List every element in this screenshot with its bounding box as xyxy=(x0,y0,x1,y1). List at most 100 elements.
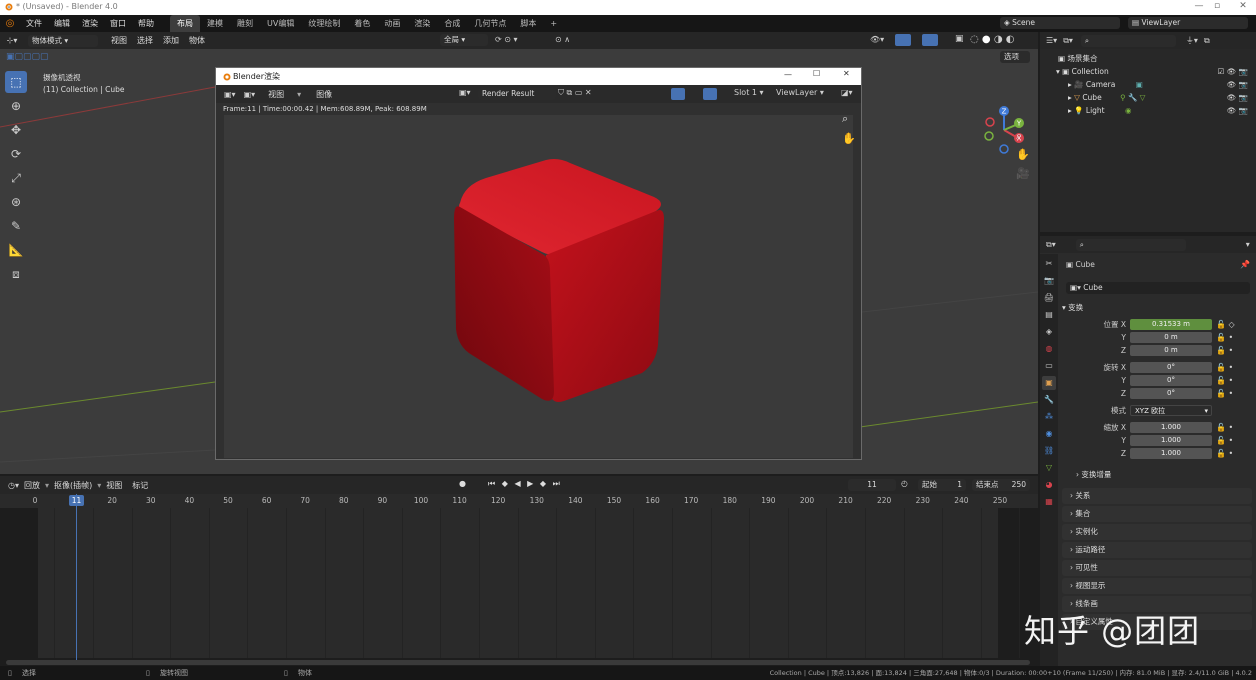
tab-scripting[interactable]: 脚本 xyxy=(513,15,543,32)
camera-view-icon[interactable]: 🎥 xyxy=(1016,167,1030,180)
lock-icon[interactable]: 🔓 • xyxy=(1216,449,1233,458)
mode-selector[interactable]: 物体模式 ▾ xyxy=(28,34,98,47)
select-mode-icons[interactable]: ▣▢▢▢▢ xyxy=(6,52,49,62)
open-image-icon[interactable]: ▭ xyxy=(575,88,583,97)
rw-zoom-icon[interactable]: ⌕ xyxy=(842,112,848,126)
maximize-button[interactable]: ▫ xyxy=(1210,1,1224,13)
tl-menu-keying[interactable]: 抠像(插帧) xyxy=(49,477,97,494)
filter-icon[interactable]: ⏚▾ xyxy=(1186,35,1198,46)
vp-menu-object[interactable]: 物体 xyxy=(184,32,210,49)
delta-transform-subpanel[interactable]: › 变换增量 xyxy=(1076,469,1252,480)
tab-modeling[interactable]: 建模 xyxy=(200,15,230,32)
section-instancing[interactable]: › 实例化 xyxy=(1062,524,1252,540)
visibility-toggles[interactable]: 👁 📷 xyxy=(1227,91,1248,104)
outliner-editor-type-icon[interactable]: ☰▾ xyxy=(1046,36,1057,45)
play-reverse-icon[interactable]: ◀ xyxy=(514,479,522,488)
render-result-canvas[interactable] xyxy=(224,115,853,458)
wireframe-shading-icon[interactable]: ◌ xyxy=(970,34,979,45)
rw-menu-image[interactable]: 图像 xyxy=(311,86,337,103)
rendered-shading-icon[interactable]: ◐ xyxy=(1006,34,1015,45)
rw-close-button[interactable]: ✕ xyxy=(843,69,850,78)
add-workspace-button[interactable]: + xyxy=(543,15,564,32)
tab-texture-paint[interactable]: 纹理绘制 xyxy=(301,15,347,32)
show-gizmo-icon[interactable] xyxy=(895,34,911,46)
display-channels-icon[interactable]: ◪▾ xyxy=(841,88,853,97)
tl-menu-playback[interactable]: 回放 xyxy=(19,477,45,494)
menu-render[interactable]: 渲染 xyxy=(76,15,104,32)
visibility-toggles[interactable]: 👁 📷 xyxy=(1227,78,1248,91)
constraints-tab-icon[interactable]: ⛓ xyxy=(1042,444,1056,458)
transform-tool-icon[interactable]: ⊛ xyxy=(5,191,27,213)
lock-icon[interactable]: 🔓 ◇ xyxy=(1216,320,1235,329)
visibility-toggles[interactable]: ☑ 👁 📷 xyxy=(1218,65,1248,78)
timeline-editor[interactable]: ◷▾ 回放 ▾ 抠像(插帧) ▾ 视图 标记 ● ⏮ ◆ ◀ ▶ ◆ ⏭ 11 … xyxy=(0,476,1038,666)
prev-keyframe-icon[interactable]: ◆ xyxy=(502,479,510,488)
vp-menu-add[interactable]: 添加 xyxy=(158,32,184,49)
outliner[interactable]: ☰▾ ⧉▾ ⌕ ⏚▾ ⧉ ▣ 场景集合 ▾ ▣ Collection ☑ 👁 📷… xyxy=(1040,32,1256,232)
timeline-editor-type-icon[interactable]: ◷▾ xyxy=(8,481,19,490)
playback-controls[interactable]: ⏮ ◆ ◀ ▶ ◆ ⏭ xyxy=(488,479,562,489)
outliner-item-cube[interactable]: ▸ ▽ Cube ⚲ 🔧 ▽ 👁 📷 xyxy=(1040,91,1256,104)
rw-viewlayer-selector[interactable]: ViewLayer ▾ xyxy=(776,88,824,97)
tab-sculpting[interactable]: 雕刻 xyxy=(230,15,260,32)
object-tab-icon[interactable]: ▣ xyxy=(1042,376,1056,390)
menu-edit[interactable]: 编辑 xyxy=(48,15,76,32)
tab-animation[interactable]: 动画 xyxy=(377,15,407,32)
modifiers-tab-icon[interactable]: 🔧 xyxy=(1042,393,1056,407)
lock-icon[interactable]: 🔓 • xyxy=(1216,423,1233,432)
pin-icon[interactable]: 📌 xyxy=(1240,260,1250,269)
menu-file[interactable]: 文件 xyxy=(20,15,48,32)
solid-shading-icon[interactable]: ● xyxy=(982,34,991,45)
tab-uv-editing[interactable]: UV编辑 xyxy=(260,15,301,32)
timeline-track-area[interactable] xyxy=(38,508,1021,658)
record-button[interactable]: ● xyxy=(459,479,466,488)
new-collection-icon[interactable]: ⧉ xyxy=(1204,36,1210,46)
add-cube-tool-icon[interactable]: ⧈ xyxy=(5,263,27,285)
blender-menu-icon[interactable]: ◎ xyxy=(0,18,20,29)
fake-user-icon[interactable]: ⛉ xyxy=(558,88,564,97)
lock-icon[interactable]: 🔓 • xyxy=(1216,389,1233,398)
display-mode-icon[interactable]: ⧉▾ xyxy=(1063,36,1073,46)
image-name-field[interactable]: Render Result xyxy=(478,88,556,100)
visibility-toggles[interactable]: 👁 📷 xyxy=(1227,104,1248,117)
collection-tab-icon[interactable]: ▭ xyxy=(1042,359,1056,373)
slot-selector[interactable]: Slot 1 ▾ xyxy=(734,88,764,97)
start-frame-field[interactable]: 起始 1 xyxy=(918,479,966,491)
pan-hand-icon[interactable]: ✋ xyxy=(1016,148,1030,161)
jump-start-icon[interactable]: ⏮ xyxy=(488,479,497,488)
timeline-scrollbar[interactable] xyxy=(6,660,1030,665)
scale-y-field[interactable]: 1.000 xyxy=(1130,435,1212,446)
outliner-item-light[interactable]: ▸ 💡 Light ◉ 👁 📷 xyxy=(1040,104,1256,117)
move-tool-icon[interactable]: ✥ xyxy=(5,119,27,141)
rw-gizmo-icon[interactable] xyxy=(671,88,685,100)
tab-rendering[interactable]: 渲染 xyxy=(407,15,437,32)
tab-layout[interactable]: 布局 xyxy=(170,15,200,32)
play-icon[interactable]: ▶ xyxy=(527,479,535,488)
vp-menu-view[interactable]: 视图 xyxy=(106,32,132,49)
rotation-y-field[interactable]: 0° xyxy=(1130,375,1212,386)
zoom-icon[interactable]: ⌕ xyxy=(1016,129,1022,143)
location-x-field[interactable]: 0.31533 m xyxy=(1130,319,1212,330)
scene-selector[interactable]: ◈ Scene xyxy=(1000,17,1120,29)
material-shading-icon[interactable]: ◑ xyxy=(994,34,1003,45)
location-z-field[interactable]: 0 m xyxy=(1130,345,1212,356)
options-dropdown[interactable]: 选项 xyxy=(1000,51,1030,63)
render-window[interactable]: Blender渲染 — ☐ ✕ ▣▾ ▣▾ 视图 ▾ 图像 ▣▾ Render … xyxy=(215,67,862,460)
scale-x-field[interactable]: 1.000 xyxy=(1130,422,1212,433)
tab-shading[interactable]: 着色 xyxy=(347,15,377,32)
section-viewport-display[interactable]: › 视图显示 xyxy=(1062,578,1252,594)
view-layer-tab-icon[interactable]: ▤ xyxy=(1042,308,1056,322)
section-relations[interactable]: › 关系 xyxy=(1062,488,1252,504)
overlay-icon[interactable] xyxy=(922,34,938,46)
physics-tab-icon[interactable]: ◉ xyxy=(1042,427,1056,441)
outliner-search-input[interactable]: ⌕ xyxy=(1080,34,1176,47)
snap-icon[interactable]: ⟳ ⊙ ▾ xyxy=(495,35,518,44)
proportional-edit-icon[interactable]: ⊙ ∧ xyxy=(555,35,570,44)
measure-tool-icon[interactable]: 📐 xyxy=(5,239,27,261)
section-visibility[interactable]: › 可见性 xyxy=(1062,560,1252,576)
unlink-image-icon[interactable]: ✕ xyxy=(585,88,592,97)
rotation-x-field[interactable]: 0° xyxy=(1130,362,1212,373)
playhead-frame-label[interactable]: 11 xyxy=(69,495,84,506)
data-tab-icon[interactable]: ▽ xyxy=(1042,461,1056,475)
timeline-ruler[interactable]: 0102030405060708090100110120130140150160… xyxy=(0,494,1038,508)
